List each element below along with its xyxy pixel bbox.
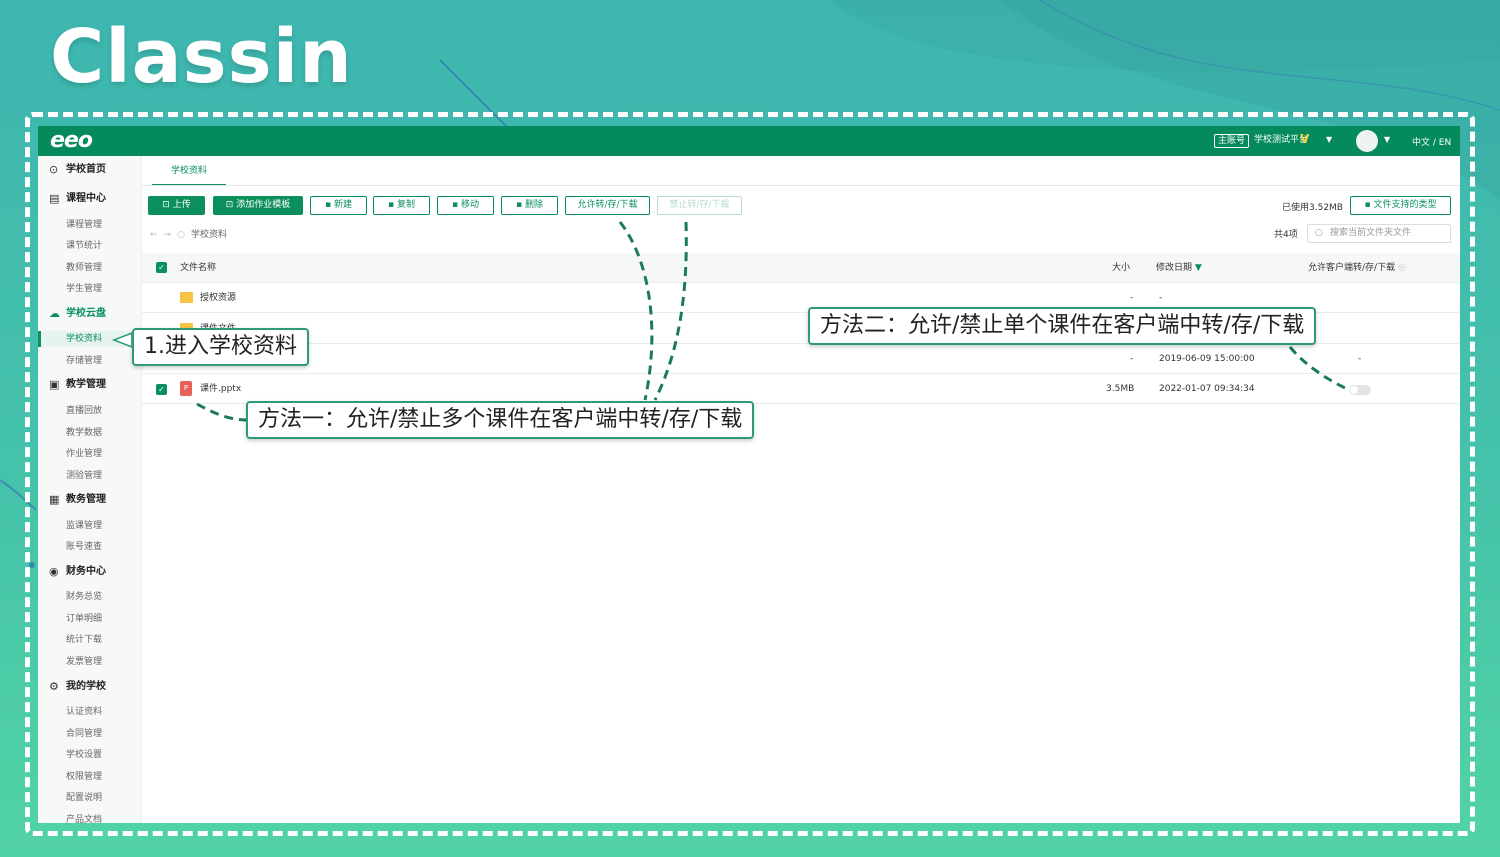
sidebar-item[interactable]: 订单明细 <box>38 611 142 627</box>
sidebar-item[interactable]: 权限管理 <box>38 769 142 785</box>
sidebar-item[interactable]: 直播回放 <box>38 403 142 419</box>
sidebar-group-cloud[interactable]: ☁ 学校云盘 <box>38 306 142 322</box>
sidebar-item[interactable]: 统计下载 <box>38 632 142 648</box>
info-icon[interactable]: ◎ <box>1395 263 1406 273</box>
upload-icon: ⊡ <box>162 200 173 210</box>
monitor-icon: ▣ <box>49 378 60 391</box>
sidebar-item[interactable]: 合同管理 <box>38 726 142 742</box>
pptx-file-icon: P <box>180 381 192 396</box>
search-input[interactable]: ○ 搜索当前文件夹文件 <box>1307 224 1451 243</box>
sort-down-icon[interactable]: ▼ <box>1192 263 1202 273</box>
item-count: 共4项 <box>1274 230 1298 240</box>
template-icon: ⊡ <box>225 200 237 210</box>
sidebar-group-academic[interactable]: ▦ 教务管理 <box>38 492 142 508</box>
storage-used: 已使用3.52MB <box>1282 203 1343 213</box>
sidebar-item[interactable]: 监课管理 <box>38 518 142 534</box>
search-icon: ○ <box>1315 228 1323 238</box>
file-name[interactable]: 课件.pptx <box>200 374 241 404</box>
breadcrumb: ← → ○ 学校资料 <box>150 227 227 240</box>
cloud-icon: ☁ <box>49 307 60 320</box>
select-all-checkbox[interactable]: ✓ <box>156 262 167 273</box>
sidebar-item[interactable]: 测验管理 <box>38 468 142 484</box>
copy-icon: ▪ <box>388 200 397 210</box>
sidebar-group-myschool[interactable]: ⚙ 我的学校 <box>38 679 142 695</box>
trash-icon: ▪ <box>516 200 525 210</box>
file-modified: 2019-06-09 15:00:00 <box>1159 354 1255 364</box>
grid-icon: ▦ <box>49 493 60 506</box>
sidebar-item[interactable]: 教师管理 <box>38 260 142 276</box>
folder-icon <box>180 292 193 303</box>
table-row[interactable]: - 2019-06-09 15:00:00 - <box>142 344 1460 374</box>
forward-icon[interactable]: → <box>164 230 172 240</box>
method1-callout: 方法一：允许/禁止多个课件在客户端中转/存/下载 <box>246 401 755 439</box>
method2-callout: 方法二：允许/禁止单个课件在客户端中转/存/下载 <box>808 307 1317 345</box>
file-permission: - <box>1358 354 1362 364</box>
move-icon: ▪ <box>452 200 461 210</box>
header-modified[interactable]: 修改日期 ▼ <box>1156 253 1202 283</box>
sidebar-item[interactable]: 课节统计 <box>38 238 142 254</box>
sidebar-group-course[interactable]: ▤ 课程中心 <box>38 191 142 207</box>
delete-button[interactable]: ▪ 删除 <box>501 196 558 215</box>
classin-logo: Classin <box>50 14 353 100</box>
vip-icon: V <box>1300 132 1310 146</box>
move-button[interactable]: ▪ 移动 <box>437 196 494 215</box>
sidebar-item[interactable]: 存储管理 <box>38 353 142 369</box>
file-name[interactable]: 授权资源 <box>200 283 236 313</box>
account-badge: 主账号 <box>1214 134 1250 148</box>
sidebar-item[interactable]: 作业管理 <box>38 446 142 462</box>
new-button[interactable]: ▪ 新建 <box>310 196 367 215</box>
sidebar-item[interactable]: 配置说明 <box>38 790 142 806</box>
clock-icon: ⊙ <box>49 163 59 176</box>
sidebar-group-home[interactable]: ⊙ 学校首页 <box>38 162 142 178</box>
header-name[interactable]: 文件名称 <box>180 253 216 283</box>
table-header: ✓ 文件名称 大小 修改日期 ▼ 允许客户端转/存/下载 ◎ <box>142 253 1460 283</box>
header-permission: 允许客户端转/存/下载 ◎ <box>1308 263 1406 273</box>
file-modified: 2022-01-07 09:34:34 <box>1159 384 1255 394</box>
row-checkbox[interactable]: ✓ <box>156 384 167 395</box>
sidebar-item[interactable]: 学生管理 <box>38 281 142 297</box>
sidebar-item[interactable]: 课程管理 <box>38 217 142 233</box>
header-size[interactable]: 大小 <box>1112 253 1130 283</box>
chevron-down-icon[interactable]: ▼ <box>1384 135 1390 144</box>
breadcrumb-current[interactable]: 学校资料 <box>191 230 227 240</box>
tab-divider <box>142 185 1460 186</box>
eeo-logo[interactable]: eeo <box>50 128 93 153</box>
top-bar: eeo 主账号 学校测试平台 V ▼ ▼ 中文 / EN <box>38 126 1460 156</box>
step1-callout: 1.进入学校资料 <box>132 328 309 366</box>
sidebar-item[interactable]: 认证资料 <box>38 704 142 720</box>
avatar[interactable] <box>1356 130 1378 152</box>
sidebar-item[interactable]: 教学数据 <box>38 425 142 441</box>
sidebar-item[interactable]: 账号速查 <box>38 539 142 555</box>
refresh-icon[interactable]: ○ <box>177 230 185 240</box>
file-size: 3.5MB <box>1106 384 1135 394</box>
sidebar-group-finance[interactable]: ◉ 财务中心 <box>38 564 142 580</box>
sidebar-item[interactable]: 产品文档 <box>38 812 142 823</box>
allow-download-button[interactable]: 允许转/存/下载 <box>565 196 650 215</box>
sidebar-item[interactable]: 财务总览 <box>38 589 142 605</box>
folder-plus-icon: ▪ <box>325 200 334 210</box>
forbid-download-button[interactable]: 禁止转/存/下载 <box>657 196 742 215</box>
sidebar-item[interactable]: 发票管理 <box>38 654 142 670</box>
sidebar-group-teaching[interactable]: ▣ 教学管理 <box>38 377 142 393</box>
sidebar-item-school-files[interactable]: 学校资料 <box>38 331 142 347</box>
language-switch[interactable]: 中文 / EN <box>1412 135 1451 148</box>
file-size: - <box>1130 354 1134 364</box>
sidebar: ⊙ 学校首页 ▤ 课程中心 课程管理 课节统计 教师管理 学生管理 ☁ 学校云盘 学校… <box>38 156 142 823</box>
calendar-icon: ▤ <box>49 192 60 205</box>
add-template-button[interactable]: ⊡ 添加作业模板 <box>213 196 303 215</box>
chevron-down-icon[interactable]: ▼ <box>1326 135 1332 144</box>
supported-types-button[interactable]: ▪ 文件支持的类型 <box>1350 196 1451 215</box>
copy-button[interactable]: ▪ 复制 <box>373 196 430 215</box>
permission-toggle[interactable] <box>1349 385 1371 395</box>
tab-school-files[interactable]: 学校资料 <box>152 156 226 186</box>
settings-icon: ⚙ <box>49 680 59 693</box>
app-window: eeo 主账号 学校测试平台 V ▼ ▼ 中文 / EN ⊙ 学校首页 ▤ 课程中心… <box>38 126 1460 823</box>
sidebar-item[interactable]: 学校设置 <box>38 747 142 763</box>
table-row[interactable]: ✓ P 课件.pptx 3.5MB 2022-01-07 09:34:34 <box>142 374 1460 404</box>
coin-icon: ◉ <box>49 565 59 578</box>
back-icon[interactable]: ← <box>150 230 158 240</box>
main-content: 学校资料 ⊡ 上传 ⊡ 添加作业模板 ▪ 新建 ▪ 复制 ▪ 移动 ▪ 删除 允… <box>142 156 1460 823</box>
upload-button[interactable]: ⊡ 上传 <box>148 196 205 215</box>
